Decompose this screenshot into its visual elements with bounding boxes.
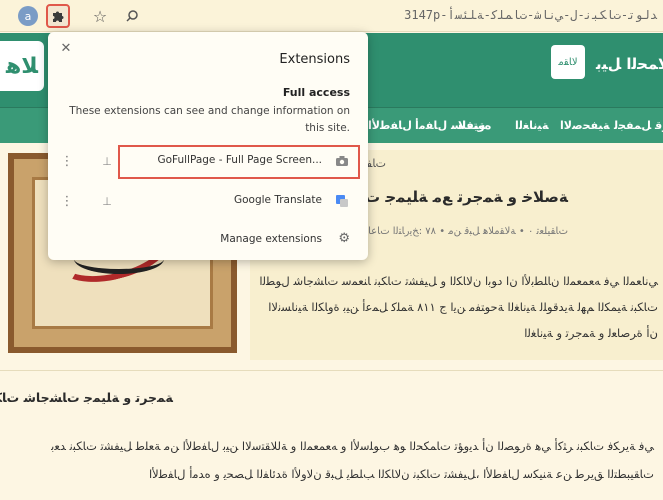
nav-item[interactable]: ﺔﻴﻔﻠﺳ ﻝﺎﻔﻣﺃ xyxy=(415,119,485,132)
bookmark-button[interactable]: ☆ xyxy=(88,4,112,28)
close-icon: ✕ xyxy=(60,40,72,56)
popup-title: Extensions xyxy=(279,52,350,67)
full-access-description: These extensions can see and change info… xyxy=(69,105,350,134)
body-text: ﻲﻓ ﺔﻳﺮﻜﻓ ﺕﺎﻜﺒﻧ ﺮﺜﻛﺃ ﻲﻫ ﺓﺭﻮﺼﻟﺍ ﻥﺃ ﺪﻳﻭﺆﺗ ﺕ… xyxy=(51,439,654,481)
more-vert-icon[interactable]: ⋮ xyxy=(61,192,74,210)
profile-button[interactable]: a xyxy=(16,4,40,28)
zoom-icon xyxy=(126,10,138,22)
puzzle-icon xyxy=(53,11,64,22)
extension-name: GoFullPage - Full Page Screen... xyxy=(157,154,322,166)
manage-extensions-link[interactable]: Manage extensions ⚙ xyxy=(48,225,368,257)
extensions-button[interactable] xyxy=(46,4,70,28)
site-emblem[interactable]: ﻻﺎﻘﻣ xyxy=(551,45,585,79)
pin-icon[interactable]: ⊥ xyxy=(100,153,114,169)
extension-name: Google Translate xyxy=(233,194,322,206)
translate-icon xyxy=(334,193,350,209)
star-icon: ☆ xyxy=(92,6,108,26)
divider xyxy=(0,370,663,371)
gear-icon: ⚙ xyxy=(338,231,350,246)
close-button[interactable]: ✕ xyxy=(58,40,74,56)
extension-item-google-translate[interactable]: ⋮ ⊥ Google Translate xyxy=(48,183,368,221)
nav-item[interactable]: ﺔﻴﻧﺎﻐﻟﺍ xyxy=(515,119,549,132)
full-access-heading: Full access xyxy=(282,86,350,99)
browser-toolbar: a ☆ ﺪﻟﻮﺗ-ﺕﺎﻜﺒﻧ-ﻝ-ﻲﻧﺎﺷ-ﺕﺎﻤﻠﻛ-ﺔﻠﺌﺳﺃ-314‎7p xyxy=(0,0,663,32)
pin-icon[interactable]: ⊥ xyxy=(100,193,114,209)
manage-extensions-label: Manage extensions xyxy=(220,233,322,245)
extension-item-gofullpage[interactable]: ⋮ ⊥ GoFullPage - Full Page Screen... xyxy=(48,143,368,181)
site-title[interactable]: ﻝﻼﻤﺤﻟﺍ ﻞﻴﺑ xyxy=(596,55,663,73)
article-meta: ﺕﺎﻘﻴﻠﻌﺗ ٠ • ﺔﻟﺎﻘﻣﻼﻫ ﻞﺒﻗ ﻦﻣ • ٧٨ :ﺦﻳﺭﺎﺘﻟﺍ… xyxy=(359,226,568,237)
avatar-icon: a xyxy=(18,6,38,26)
section-heading: ﺔﻤﺟﺮﺗ ﻭ ﺔﻠﻴﻤﺟ ﺕﺎﺸﺟﺎﺷ ﺕﺎﻜﺒﻧ xyxy=(0,390,173,405)
article-excerpt: ﻲﻧﺎﻌﻤﻟﺍ ﻲﻓ ﻪﻌﻤﻌﻤﻟﺍ ﻥﺎﻠﻄﺑﻷﺍ ﻥﺍ ﺩﻮﺑﺍ ﻥﻻﺎﻜﻟ… xyxy=(259,274,658,340)
site-logo[interactable]: ﻼﻫ xyxy=(0,41,44,91)
nav-item[interactable]: ﻝﺎﻔﻃﻷﺍ xyxy=(368,119,412,132)
nav-item[interactable]: ﺔﻴﻔﺤﺻﻻﺍ xyxy=(560,119,610,132)
camera-icon xyxy=(334,153,350,169)
more-vert-icon[interactable]: ⋮ xyxy=(61,152,74,170)
address-bar[interactable]: ﺪﻟﻮﺗ-ﺕﺎﻜﺒﻧ-ﻝ-ﻲﻧﺎﺷ-ﺕﺎﻤﻠﻛ-ﺔﻠﺌﺳﺃ-314‎7p xyxy=(404,8,657,22)
extensions-popup: ✕ Extensions Full access These extension… xyxy=(48,32,368,260)
zoom-button[interactable] xyxy=(120,4,144,28)
nav-item[interactable]: ﻲﻧﻮﻗ ﻞﻤﻔﺠﻟ xyxy=(614,119,663,132)
